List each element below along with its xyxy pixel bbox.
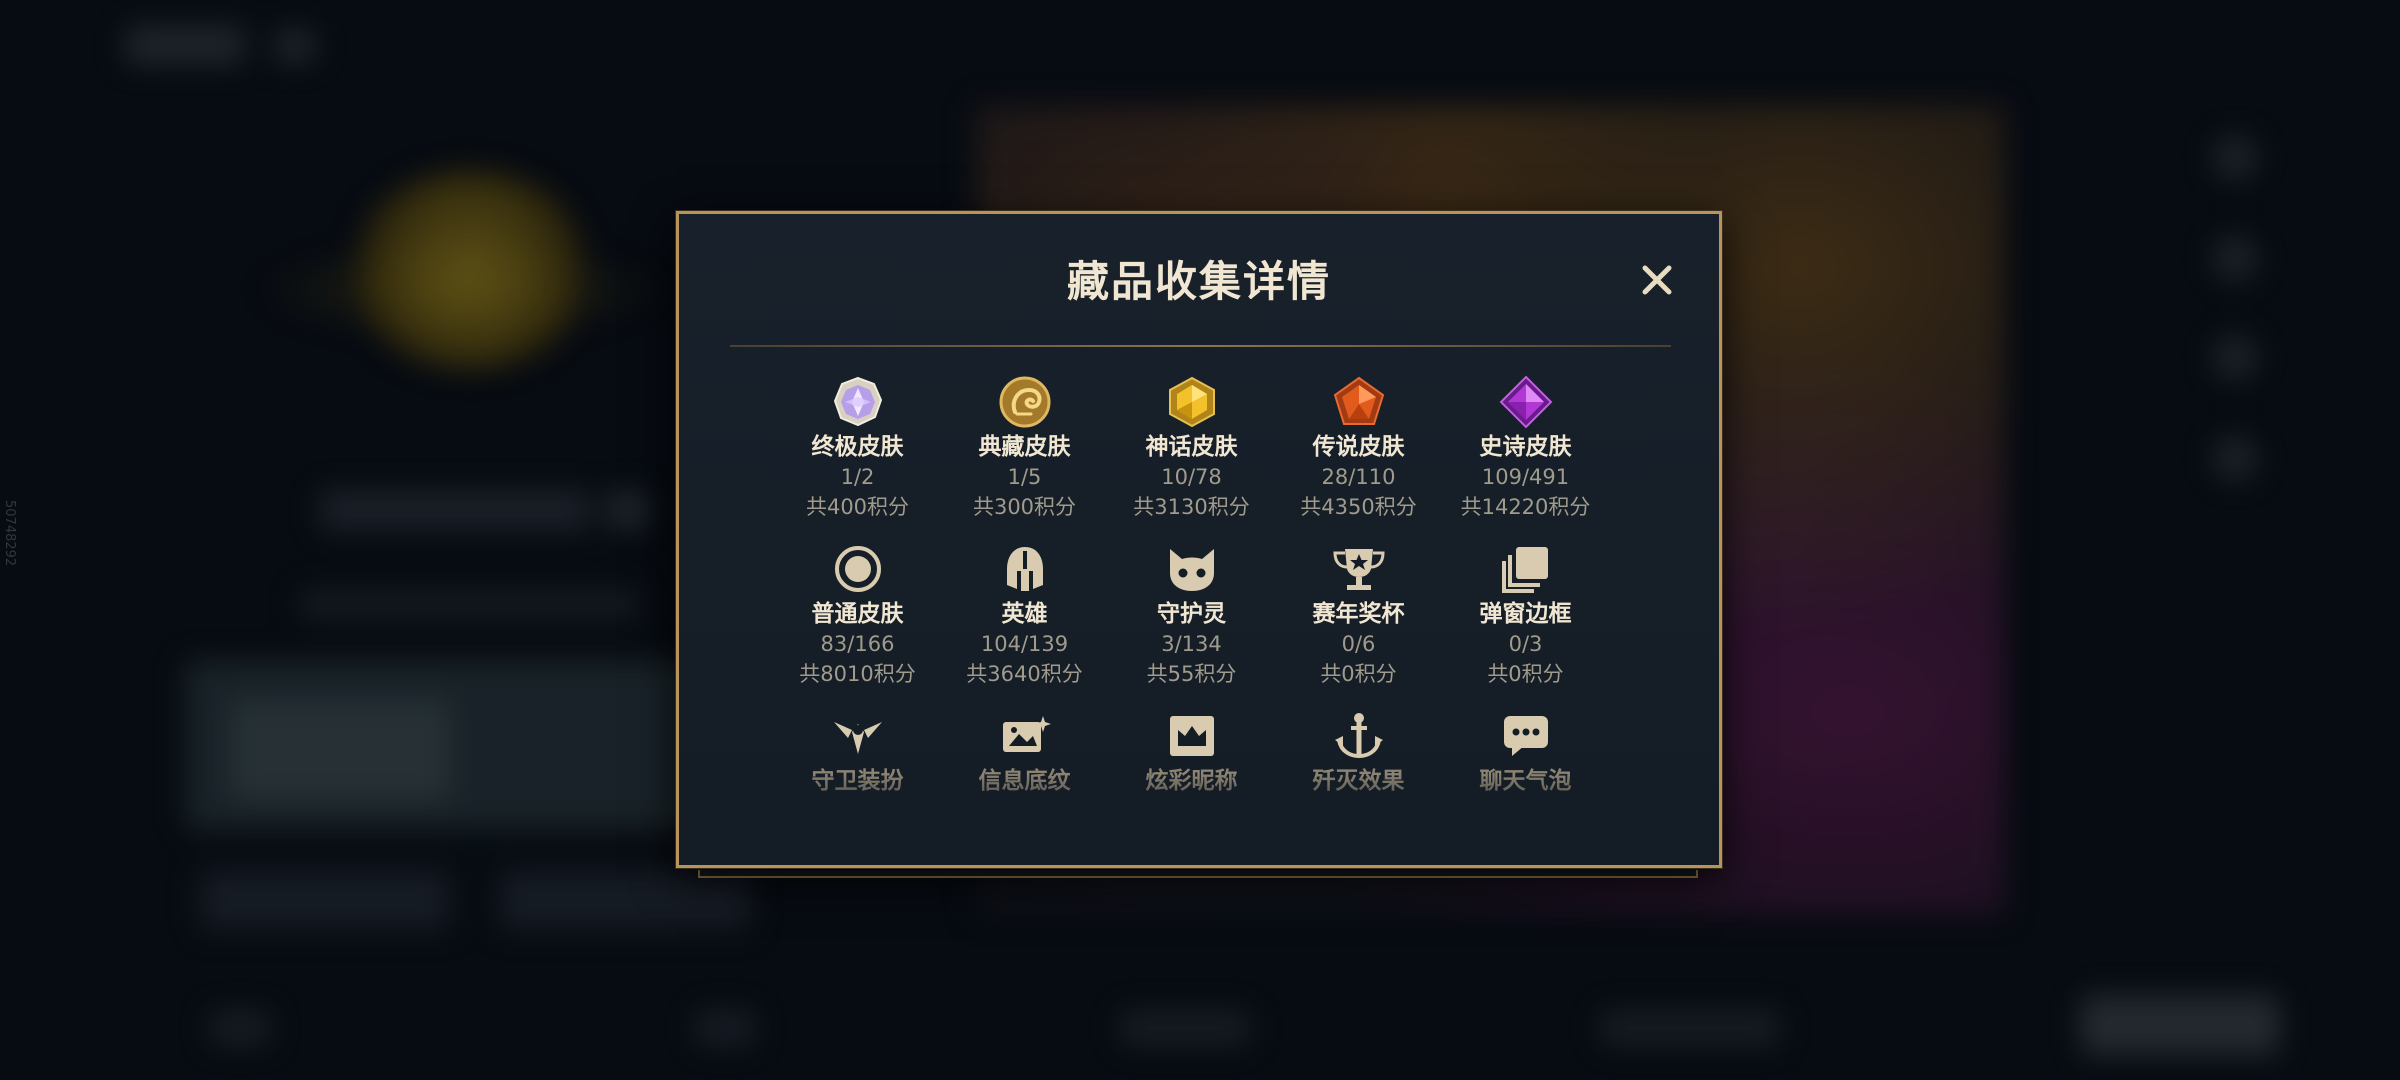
chat-bubble-icon [1503, 716, 1548, 756]
prestige-skin-icon [999, 376, 1050, 428]
category-points: 共300积分 [972, 495, 1077, 519]
category-count: 0/6 [1341, 632, 1376, 656]
legendary-skin-icon [1333, 376, 1384, 425]
trophy-icon [1332, 549, 1385, 590]
category-count: 104/139 [980, 632, 1069, 656]
category-season-trophy[interactable]: 赛年奖杯 0/6 共0积分 [1275, 541, 1442, 708]
category-points: 共55积分 [1146, 662, 1237, 686]
category-count: 0/3 [1508, 632, 1543, 656]
category-mythic-skin[interactable]: 神话皮肤 10/78 共3130积分 [1108, 374, 1275, 541]
category-points: 共0积分 [1320, 662, 1397, 686]
category-legendary-skin[interactable]: 传说皮肤 28/110 共4350积分 [1275, 374, 1442, 541]
title-divider [730, 345, 1671, 347]
category-little-legend[interactable]: 守护灵 3/134 共55积分 [1108, 541, 1275, 708]
category-points: 共3640积分 [966, 662, 1083, 686]
banner-icon [1002, 716, 1051, 752]
nickname-crown-icon [1169, 716, 1214, 756]
category-standard-skin[interactable]: 普通皮肤 83/166 共8010积分 [774, 541, 941, 708]
champion-helmet-icon [1006, 547, 1043, 591]
standard-skin-icon [834, 546, 881, 592]
category-epic-skin[interactable]: 史诗皮肤 109/491 共14220积分 [1442, 374, 1609, 541]
ultimate-skin-icon [833, 376, 882, 427]
category-label: 传说皮肤 [1312, 434, 1405, 460]
close-icon[interactable] [1641, 264, 1673, 296]
category-ward-skin[interactable]: 守卫装扮 [774, 708, 941, 794]
category-count: 1/2 [840, 465, 875, 489]
modal-bottom-trim [698, 870, 1698, 878]
category-count: 3/134 [1161, 632, 1222, 656]
category-label: 信息底纹 [978, 768, 1071, 794]
category-label: 典藏皮肤 [978, 434, 1071, 460]
collection-details-modal: 藏品收集详情 终极皮肤 1/2 共400积分 典藏皮肤 1/5 共300积分 神… [676, 211, 1722, 868]
category-prestige-skin[interactable]: 典藏皮肤 1/5 共300积分 [941, 374, 1108, 541]
category-label: 炫彩昵称 [1145, 768, 1238, 794]
category-points: 共400积分 [805, 495, 910, 519]
category-champion[interactable]: 英雄 104/139 共3640积分 [941, 541, 1108, 708]
category-label: 弹窗边框 [1479, 601, 1572, 627]
category-count: 83/166 [820, 632, 895, 656]
category-popup-frame[interactable]: 弹窗边框 0/3 共0积分 [1442, 541, 1609, 708]
category-label: 守卫装扮 [811, 768, 904, 794]
category-points: 共14220积分 [1460, 495, 1591, 519]
category-label: 普通皮肤 [811, 601, 904, 627]
category-label: 史诗皮肤 [1479, 434, 1572, 460]
category-label: 神话皮肤 [1145, 434, 1238, 460]
frame-icon [1501, 547, 1548, 593]
category-label: 守护灵 [1157, 601, 1226, 627]
category-ace-effect[interactable]: 歼灭效果 [1275, 708, 1442, 794]
ward-skin-icon [833, 722, 882, 754]
category-points: 共3130积分 [1133, 495, 1250, 519]
category-count: 10/78 [1161, 465, 1222, 489]
category-label: 赛年奖杯 [1312, 601, 1405, 627]
category-label: 歼灭效果 [1312, 768, 1405, 794]
category-count: 109/491 [1481, 465, 1570, 489]
category-points: 共8010积分 [799, 662, 916, 686]
epic-skin-icon [1499, 375, 1552, 429]
category-count: 1/5 [1007, 465, 1042, 489]
category-label: 英雄 [1001, 601, 1048, 627]
category-chat-bubble[interactable]: 聊天气泡 [1442, 708, 1609, 794]
category-count: 28/110 [1321, 465, 1396, 489]
category-points: 共0积分 [1487, 662, 1564, 686]
category-color-nickname[interactable]: 炫彩昵称 [1108, 708, 1275, 794]
close-button[interactable] [1637, 260, 1677, 300]
category-info-banner[interactable]: 信息底纹 [941, 708, 1108, 794]
category-points: 共4350积分 [1300, 495, 1417, 519]
category-ultimate-skin[interactable]: 终极皮肤 1/2 共400积分 [774, 374, 941, 541]
collection-grid: 终极皮肤 1/2 共400积分 典藏皮肤 1/5 共300积分 神话皮肤 10/… [774, 374, 1610, 794]
little-legend-icon [1169, 549, 1214, 591]
modal-title: 藏品收集详情 [1066, 257, 1331, 306]
mythic-skin-icon [1168, 376, 1215, 428]
ace-effect-icon [1334, 713, 1383, 759]
category-label: 终极皮肤 [811, 434, 904, 460]
category-label: 聊天气泡 [1479, 768, 1572, 794]
